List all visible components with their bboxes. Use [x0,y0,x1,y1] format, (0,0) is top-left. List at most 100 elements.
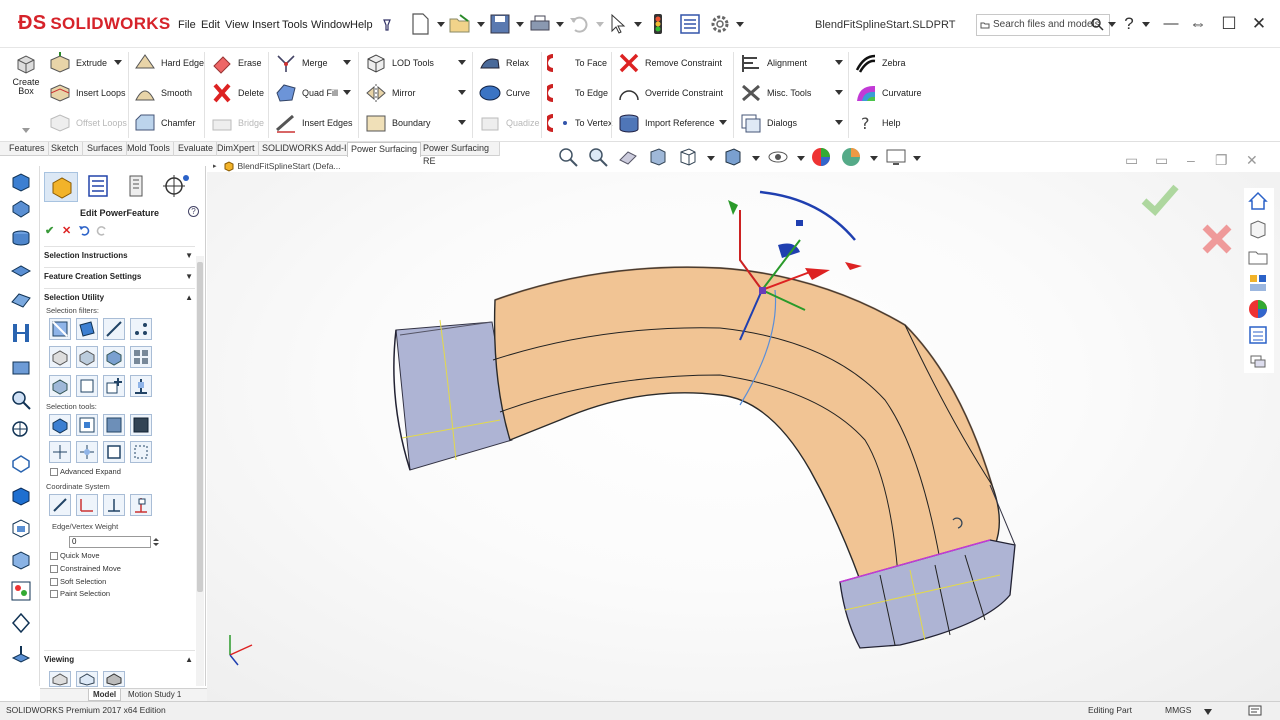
merge-button[interactable]: Merge [274,50,328,76]
home-icon[interactable] [1247,190,1269,212]
tool-loop-button[interactable] [103,414,125,436]
open-folder-icon[interactable] [448,12,472,36]
dialogs-dropdown-icon[interactable] [835,120,843,125]
expand-arrow-icon[interactable]: ▸ [213,162,217,170]
section-selection-utility[interactable]: Selection Utility ▲ [44,288,195,306]
feature-tree-flyout[interactable]: ▸ BlendFitSplineStart (Defa... [213,160,341,172]
filter-shape-b-button[interactable] [76,346,98,368]
extrude-dropdown-icon[interactable] [114,60,122,65]
offset-loops-button[interactable]: Offset Loops [48,110,127,136]
menu-edit[interactable]: Edit [201,19,220,31]
tool-ring-button[interactable] [130,414,152,436]
file-explorer-icon[interactable] [1247,246,1269,268]
filter-grid-button[interactable] [130,346,152,368]
menu-help[interactable]: Help [350,19,373,31]
solid-block-strip-icon[interactable] [9,484,33,508]
tool-select-all-button[interactable] [49,414,71,436]
select-cursor-icon[interactable] [606,12,630,36]
hard-edge-button[interactable]: Hard Edge [133,50,204,76]
tab-dimxpert-manager[interactable] [158,172,192,202]
view-orientation-dropdown-icon[interactable] [707,156,715,161]
tab-motion-study-1[interactable]: Motion Study 1 [124,689,185,701]
hide-show-dropdown-icon[interactable] [797,156,805,161]
filter-vertices-button[interactable] [130,318,152,340]
filter-shape-a-button[interactable] [49,346,71,368]
misc-tools-button[interactable]: Misc. Tools [739,80,811,106]
merge-dropdown-icon[interactable] [343,60,351,65]
delete-button[interactable]: Delete [210,80,264,106]
units-dropdown-icon[interactable] [1204,709,1212,715]
print-icon[interactable] [528,12,552,36]
remove-constraint-button[interactable]: Remove Constraint [617,50,722,76]
apply-scene-dropdown-icon[interactable] [870,156,878,161]
to-vertex-button[interactable]: To Vertex [547,110,613,136]
filter-align-button[interactable] [130,375,152,397]
status-units[interactable]: MMGS [1165,705,1191,715]
paint-selection-checkbox[interactable] [50,590,58,598]
mirror-button[interactable]: Mirror [364,80,416,106]
create-torus-strip-icon[interactable] [9,259,33,283]
menu-view[interactable]: View [225,19,249,31]
save-dropdown-icon[interactable] [516,22,524,27]
help-dropdown-icon[interactable] [1142,22,1150,27]
model-canvas[interactable] [207,172,1280,701]
dialogs-button[interactable]: Dialogs [739,110,797,136]
insert-loops-button[interactable]: Insert Loops [48,80,126,106]
dock-button[interactable]: ⇔ [1187,14,1209,34]
property-manager-scrollbar[interactable] [196,256,204,686]
section-viewing[interactable]: Viewing ▲ [44,650,195,668]
search-dropdown-icon[interactable] [1108,22,1116,27]
create-box-button[interactable]: Create Box [10,52,42,96]
view-settings-dropdown-icon[interactable] [913,156,921,161]
status-message-icon[interactable] [1248,705,1262,717]
boundary-dropdown-icon[interactable] [458,120,466,125]
measure-strip-icon[interactable] [9,418,33,442]
ok-button[interactable]: ✔ [45,224,54,237]
view-both-button[interactable] [103,671,125,687]
coord-custom-button[interactable] [130,494,152,516]
tool-clear-button[interactable] [130,441,152,463]
create-cylinder-strip-icon[interactable] [9,226,33,250]
shell-strip-icon[interactable] [9,451,33,475]
redo-arrow-icon[interactable] [96,224,108,236]
search-strip-icon[interactable] [9,388,33,412]
override-constraint-button[interactable]: Override Constraint [617,80,723,106]
scrollbar-thumb[interactable] [197,262,203,592]
viewport-maximize-icon[interactable]: ❐ [1215,152,1228,169]
tool-grow-button[interactable] [76,414,98,436]
tab-configuration-manager[interactable] [120,172,154,202]
to-edge-button[interactable]: To Edge [547,80,608,106]
quadize-button[interactable]: Quadize [478,110,540,136]
select-dropdown-icon[interactable] [634,22,642,27]
quad-fill-dropdown-icon[interactable] [343,90,351,95]
undo-icon[interactable] [567,12,591,36]
quick-move-checkbox[interactable] [50,552,58,560]
color-palette-strip-icon[interactable] [9,579,33,603]
section-feature-creation-settings[interactable]: Feature Creation Settings ▼ [44,267,195,285]
new-dropdown-icon[interactable] [437,22,445,27]
lod-tools-button[interactable]: LOD Tools [364,50,434,76]
undo-arrow-icon[interactable] [78,224,90,236]
apply-scene-icon[interactable] [840,146,862,168]
solidworks-logo[interactable]: ƉS SOLIDWORKS [18,12,171,35]
mirror-dropdown-icon[interactable] [458,90,466,95]
edit-appearance-icon[interactable] [810,146,832,168]
tab-dimxpert[interactable]: DimXpert [214,142,259,156]
filter-add-button[interactable] [103,375,125,397]
create-plane-strip-icon[interactable] [9,288,33,312]
wrap-strip-icon[interactable] [9,516,33,540]
import-strip-icon[interactable] [9,644,33,668]
appearances-icon[interactable] [1247,298,1269,320]
to-face-button[interactable]: To Face [547,50,607,76]
viewport-tile-icon[interactable]: ▭ [1155,152,1168,169]
create-box-strip-icon[interactable] [9,170,33,194]
custom-properties-icon[interactable] [1247,324,1269,346]
section-view-icon[interactable] [647,146,669,168]
property-manager-help-button[interactable]: ? [188,206,199,217]
display-style-icon[interactable] [722,146,744,168]
tab-sketch[interactable]: Sketch [48,142,83,156]
help-ribbon-button[interactable]: ? Help [854,110,901,136]
insert-edges-button[interactable]: Insert Edges [274,110,353,136]
filter-shape-c-button[interactable] [103,346,125,368]
alignment-dropdown-icon[interactable] [835,60,843,65]
